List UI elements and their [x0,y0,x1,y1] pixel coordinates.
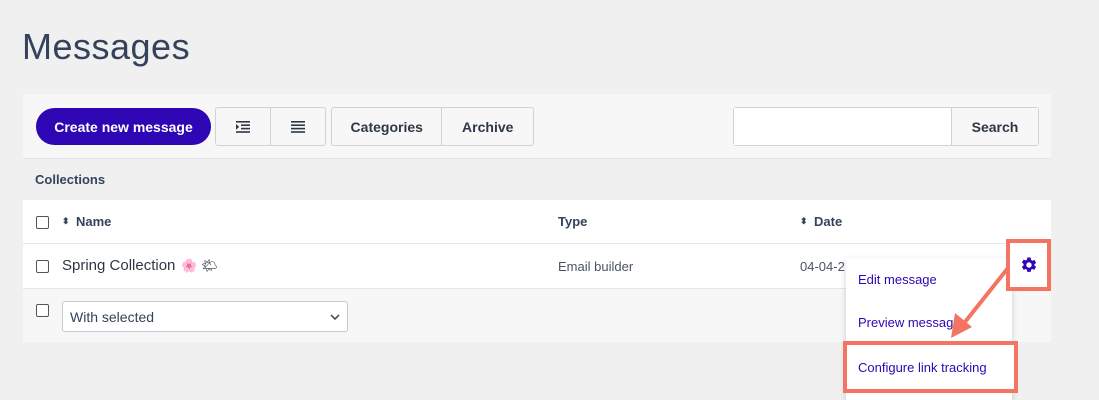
bulk-action-select-value: With selected [70,308,155,325]
row-date: 04-04-2 [800,259,845,274]
menu-item-edit-message[interactable]: Edit message [858,272,937,287]
column-header-type-label: Type [558,214,588,229]
column-header-date-label: Date [814,214,843,229]
row-name-text[interactable]: Spring Collection [62,257,175,274]
table-header-row: ⬍ Name Type ⬍ Date [23,200,1051,244]
search-input[interactable] [734,108,952,145]
row-actions-button[interactable] [1006,239,1051,291]
row-name[interactable]: Spring Collection 🌸 🌤 [62,257,218,274]
indent-list-icon [235,120,250,133]
search-group: Search [733,107,1039,146]
list-view-button[interactable] [271,108,326,145]
select-all-checkbox[interactable] [36,216,49,229]
bulk-action-select[interactable]: With selected [62,301,348,332]
collections-label: Collections [35,172,106,187]
column-header-date[interactable]: ⬍ Date [800,214,842,229]
sort-icon: ⬍ [62,216,70,226]
chevron-down-icon [330,313,340,320]
row-name-emojis: 🌸 🌤 [181,257,218,273]
categories-button[interactable]: Categories [332,108,443,145]
column-header-name-label: Name [76,214,112,229]
menu-item-configure-link-tracking[interactable]: Configure link tracking [843,341,1018,393]
list-icon [290,120,305,133]
categories-archive-group: Categories Archive [331,107,534,146]
menu-item-preview-message[interactable]: Preview message [858,315,961,330]
sort-icon: ⬍ [800,216,808,226]
archive-button[interactable]: Archive [442,108,533,145]
menu-item-configure-link-tracking-label: Configure link tracking [858,359,987,375]
bulk-select-checkbox[interactable] [36,304,49,317]
row-type: Email builder [558,259,634,274]
page-title: Messages [22,26,191,67]
column-header-name[interactable]: ⬍ Name [62,214,111,229]
column-header-type: Type [558,214,587,229]
collections-header: Collections [23,158,1051,200]
view-toggle-group [215,107,326,146]
create-new-message-button[interactable]: Create new message [36,108,211,145]
gear-icon [1021,257,1036,272]
toolbar: Create new message Categories Archive Se… [23,94,1051,158]
search-button[interactable]: Search [952,108,1038,145]
indent-list-view-button[interactable] [216,108,271,145]
row-checkbox[interactable] [36,260,49,273]
